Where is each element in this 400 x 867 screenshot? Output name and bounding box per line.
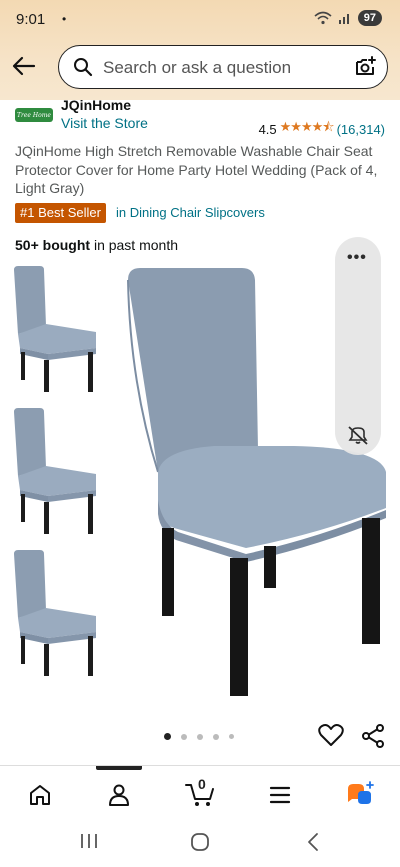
search-input[interactable]: Search or ask a question: [58, 45, 388, 89]
cart-count: 0: [198, 776, 206, 792]
wifi-icon: [314, 11, 332, 25]
bought-count: 50+ bought: [15, 237, 91, 253]
battery-indicator: 97: [357, 10, 382, 26]
bought-in-past-month: 50+ bought in past month: [15, 237, 178, 253]
nav-account[interactable]: [99, 780, 139, 810]
bottom-nav-divider: [0, 765, 400, 766]
nav-home[interactable]: [20, 780, 60, 810]
carousel-dot[interactable]: [197, 733, 203, 740]
brand-logo[interactable]: Tree Home: [15, 108, 53, 122]
home-circle-icon[interactable]: [190, 832, 210, 852]
home-icon: [30, 785, 50, 805]
brand-name: JQinHome: [61, 97, 132, 113]
product-title: JQinHome High Stretch Removable Washable…: [15, 143, 378, 196]
star-rating-icon: ★★★★⯪: [279, 119, 335, 134]
bought-period: in past month: [90, 237, 178, 253]
app-header: 9:01 • 97 Search or ask a question: [0, 0, 400, 100]
status-notification-dot: •: [62, 12, 67, 26]
brand-logo-text: Tree Home: [17, 111, 51, 119]
carousel-dot[interactable]: [229, 734, 234, 739]
status-time: 9:01: [16, 11, 46, 28]
signal-icon: [338, 14, 349, 24]
carousel-dot[interactable]: [213, 733, 219, 740]
product-thumbnail-1[interactable]: [4, 264, 108, 394]
carousel-indicator: [164, 733, 234, 740]
share-icon[interactable]: [360, 724, 386, 748]
system-navigation-bar: [0, 815, 400, 867]
status-bar: 9:01 • 97: [0, 0, 400, 38]
review-count-link[interactable]: (16,314): [337, 122, 385, 137]
camera-search-icon[interactable]: [353, 55, 377, 79]
mute-icon[interactable]: [347, 425, 369, 445]
rufus-assistant-icon: [348, 781, 374, 804]
product-thumbnail-2[interactable]: [4, 406, 108, 536]
search-placeholder: Search or ask a question: [103, 58, 292, 77]
rating-value: 4.5: [258, 121, 277, 137]
status-icons: 97: [314, 10, 382, 26]
media-controls: •••: [335, 237, 381, 455]
carousel-dot[interactable]: [181, 733, 187, 740]
rating-summary[interactable]: 4.5 ★★★★⯪ (16,314): [259, 118, 385, 140]
visit-store-link[interactable]: Visit the Store: [61, 115, 148, 131]
user-icon: [109, 784, 129, 806]
system-back-icon[interactable]: [305, 832, 321, 852]
menu-icon: [269, 786, 291, 804]
nav-rufus[interactable]: [340, 780, 380, 810]
recent-apps-icon[interactable]: [79, 832, 99, 850]
back-button[interactable]: [8, 50, 40, 82]
more-options-icon[interactable]: •••: [347, 249, 367, 267]
carousel-dot[interactable]: [164, 733, 171, 740]
product-thumbnail-3[interactable]: [4, 548, 108, 678]
heart-icon[interactable]: [318, 723, 344, 747]
back-arrow-icon: [12, 56, 36, 76]
search-icon: [74, 58, 93, 77]
nav-menu[interactable]: [260, 780, 300, 810]
best-seller-category-link[interactable]: in Dining Chair Slipcovers: [116, 205, 265, 220]
best-seller-badge[interactable]: #1 Best Seller: [15, 203, 106, 223]
